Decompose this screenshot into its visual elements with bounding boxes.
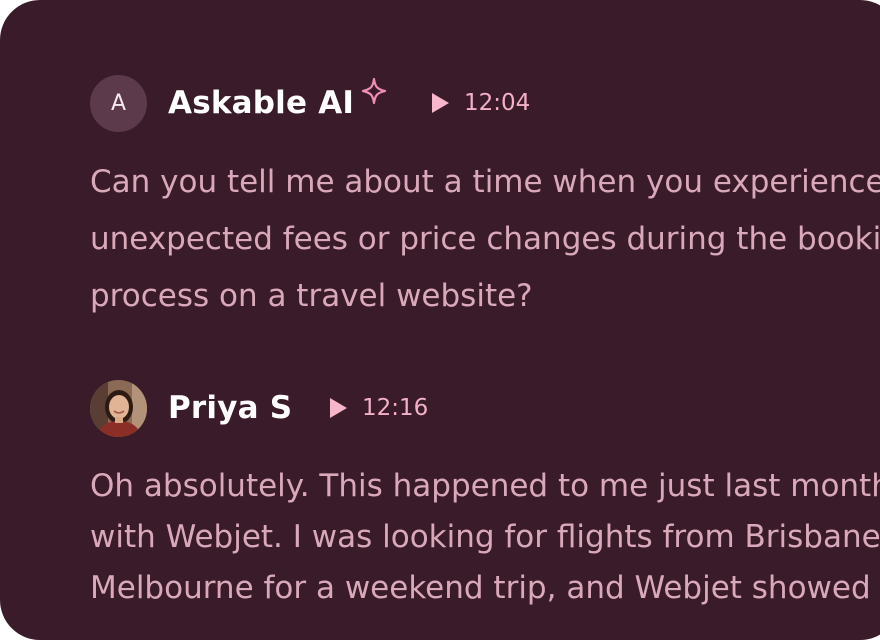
message-text: Oh absolutely. This happened to me just …: [90, 461, 880, 614]
message-priya-s: Priya S 12:16 Oh absolutely. This happen…: [90, 379, 880, 614]
timestamp-play-button[interactable]: 12:16: [328, 379, 428, 437]
user-avatar-icon: [90, 379, 147, 437]
avatar-askable-ai: A: [90, 74, 147, 132]
chat-transcript-card: A Askable AI 12:04 Can you tell me about…: [0, 0, 880, 640]
avatar-priya-s: [90, 379, 147, 437]
message-line: process on a travel website?: [90, 278, 533, 314]
message-askable-ai: A Askable AI 12:04 Can you tell me about…: [90, 74, 880, 325]
message-header: A Askable AI 12:04: [90, 74, 880, 132]
message-line: Can you tell me about a time when you ex…: [90, 164, 880, 200]
sparkle-icon: [361, 77, 387, 105]
message-text: Can you tell me about a time when you ex…: [90, 154, 880, 325]
message-line: Oh absolutely. This happened to me just …: [90, 468, 880, 504]
message-line: unexpected fees or price changes during …: [90, 221, 880, 257]
message-line: Melbourne for a weekend trip, and Webjet…: [90, 570, 871, 606]
timestamp: 12:04: [464, 90, 531, 116]
play-icon: [432, 93, 449, 113]
play-icon: [330, 398, 347, 418]
message-line: with Webjet. I was looking for flights f…: [90, 519, 880, 555]
message-header: Priya S 12:16: [90, 379, 880, 437]
timestamp-play-button[interactable]: 12:04: [430, 74, 530, 132]
sender-name: Askable AI: [168, 85, 355, 121]
timestamp: 12:16: [362, 395, 429, 421]
sender-name: Priya S: [168, 390, 293, 426]
avatar-letter: A: [110, 90, 127, 116]
